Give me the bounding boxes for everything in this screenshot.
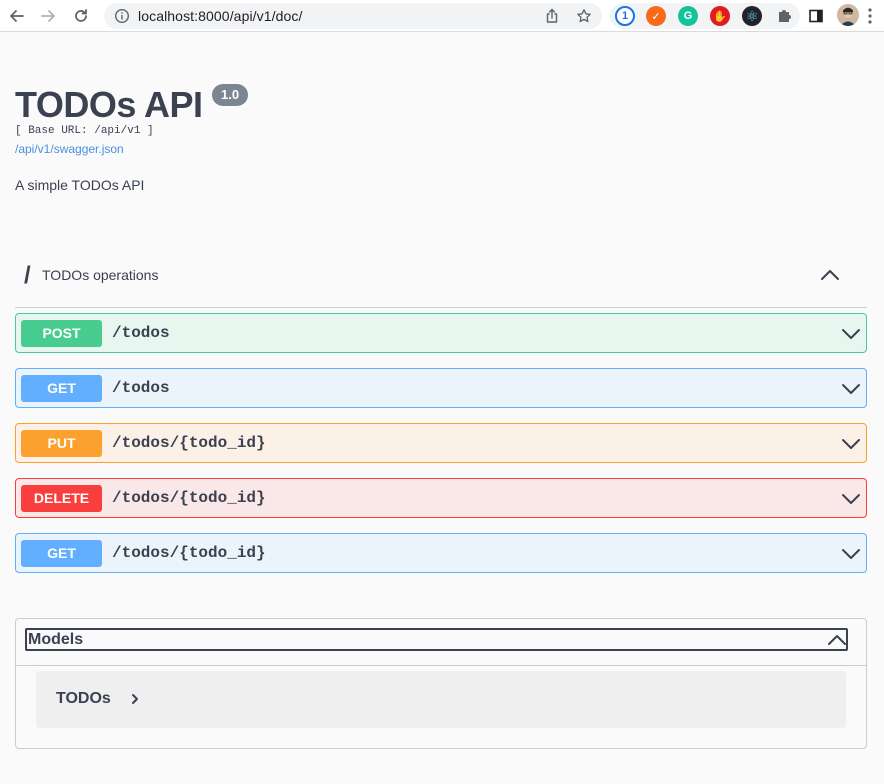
- bookmark-star-icon[interactable]: [576, 8, 592, 24]
- react-devtools-icon[interactable]: ⚛: [742, 6, 762, 26]
- models-section: Models TODOs: [15, 618, 867, 749]
- orange-extension-icon[interactable]: ✓: [646, 6, 666, 26]
- browser-toolbar: localhost:8000/api/v1/doc/ 1 ✓ G ✋ ⚛: [0, 0, 884, 32]
- method-badge: POST: [21, 320, 102, 347]
- profile-photo-icon: [837, 4, 859, 26]
- puzzle-icon: [779, 10, 791, 22]
- operation-path: /todos/{todo_id}: [112, 434, 266, 452]
- onepassword-icon[interactable]: 1: [615, 6, 635, 26]
- grammarly-icon[interactable]: G: [678, 6, 698, 26]
- menu-kebab-icon[interactable]: [868, 8, 872, 24]
- reload-button[interactable]: [70, 5, 92, 27]
- operation-path: /todos/{todo_id}: [112, 489, 266, 507]
- model-item-todos[interactable]: TODOs: [36, 671, 846, 728]
- method-badge: GET: [21, 540, 102, 567]
- chevron-down-icon[interactable]: [840, 378, 862, 400]
- address-bar[interactable]: localhost:8000/api/v1/doc/: [104, 3, 602, 29]
- share-icon[interactable]: [544, 8, 560, 24]
- version-badge: 1.0: [212, 84, 249, 106]
- chevron-down-icon[interactable]: [840, 543, 862, 565]
- url-text[interactable]: localhost:8000/api/v1/doc/: [138, 8, 303, 24]
- operation-delete-todo[interactable]: DELETE /todos/{todo_id}: [15, 478, 867, 518]
- method-badge: GET: [21, 375, 102, 402]
- back-button[interactable]: [6, 5, 28, 27]
- api-description: A simple TODOs API: [15, 177, 145, 193]
- swagger-json-link[interactable]: /api/v1/swagger.json: [15, 142, 124, 156]
- operation-put-todo[interactable]: PUT /todos/{todo_id}: [15, 423, 867, 463]
- chevron-down-icon[interactable]: [840, 488, 862, 510]
- chevron-up-icon[interactable]: [827, 631, 847, 649]
- method-badge: PUT: [21, 430, 102, 457]
- side-panel-icon: [809, 9, 823, 23]
- chevron-down-icon[interactable]: [840, 323, 862, 345]
- forward-arrow-icon: [41, 10, 55, 22]
- operation-path: /todos/{todo_id}: [112, 544, 266, 562]
- tag-name: TODOs operations: [42, 267, 159, 283]
- models-toggle-button[interactable]: Models: [25, 628, 848, 651]
- reload-icon: [75, 9, 87, 22]
- models-title: Models: [28, 631, 84, 648]
- divider: [16, 665, 866, 666]
- chevron-right-icon[interactable]: [128, 692, 142, 706]
- operation-post-todos[interactable]: POST /todos: [15, 313, 867, 353]
- profile-avatar[interactable]: [837, 4, 859, 26]
- tag-header-todos-operations[interactable]: / TODOs operations: [15, 252, 867, 308]
- site-info-icon[interactable]: [114, 8, 130, 24]
- back-arrow-icon: [10, 10, 24, 22]
- forward-button[interactable]: [37, 5, 59, 27]
- tag-slash: /: [24, 262, 31, 289]
- operation-path: /todos: [112, 379, 170, 397]
- operation-get-todo[interactable]: GET /todos/{todo_id}: [15, 533, 867, 573]
- method-badge: DELETE: [21, 485, 102, 512]
- operation-get-todos[interactable]: GET /todos: [15, 368, 867, 408]
- extensions-puzzle-button[interactable]: [774, 6, 794, 26]
- api-title: TODOs API: [15, 84, 203, 125]
- chevron-down-icon[interactable]: [840, 433, 862, 455]
- model-name: TODOs: [56, 690, 111, 707]
- extensions-area: [610, 3, 800, 29]
- chevron-up-icon[interactable]: [819, 264, 841, 286]
- ublock-icon[interactable]: ✋: [710, 6, 730, 26]
- base-url: [ Base URL: /api/v1 ]: [15, 125, 154, 137]
- operation-path: /todos: [112, 324, 170, 342]
- side-panel-button[interactable]: [806, 6, 826, 26]
